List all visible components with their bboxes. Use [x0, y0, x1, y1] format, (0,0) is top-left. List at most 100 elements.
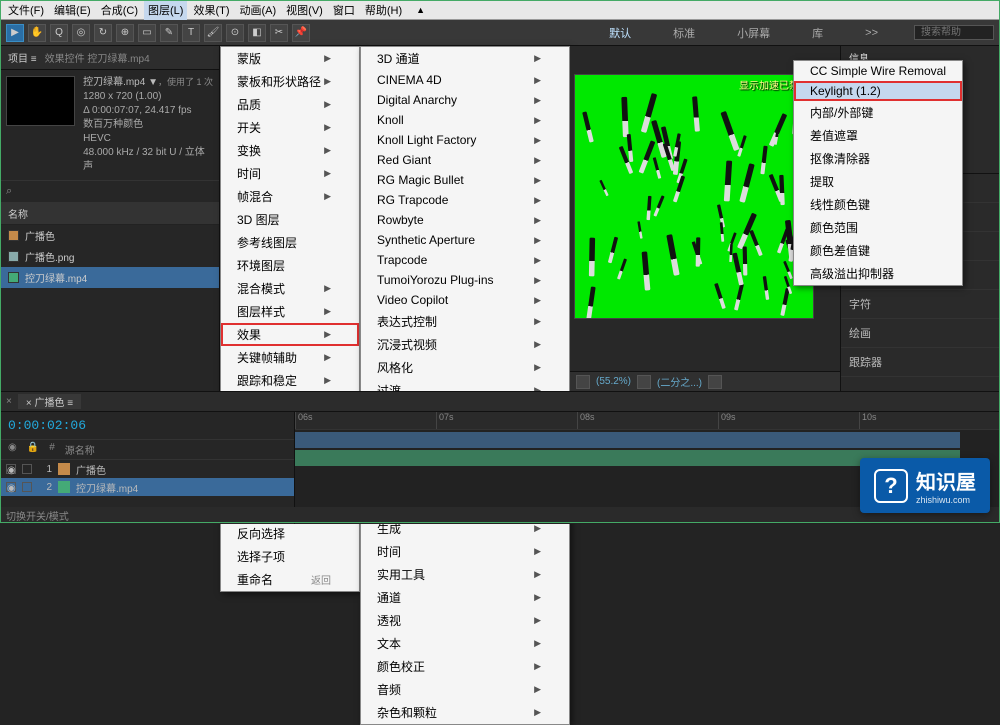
eraser-tool[interactable]: ◧	[248, 24, 266, 42]
menu-item[interactable]: Synthetic Aperture▶	[361, 230, 569, 250]
menu-item[interactable]: 提取	[794, 170, 962, 193]
menu-item[interactable]: 重命名返回	[221, 568, 359, 591]
composition-viewer[interactable]: 显示加速已禁用	[574, 74, 814, 319]
stamp-tool[interactable]: ⊙	[226, 24, 244, 42]
workspace-lib[interactable]: 库	[806, 25, 829, 41]
panel-header[interactable]: 字符	[841, 290, 1000, 319]
rect-tool[interactable]: ▭	[138, 24, 156, 42]
menu-item[interactable]: 内部/外部键	[794, 101, 962, 124]
menu-item[interactable]: RG Trapcode▶	[361, 190, 569, 210]
menu-item[interactable]: Rowbyte▶	[361, 210, 569, 230]
menu-item[interactable]: 颜色范围	[794, 216, 962, 239]
project-tab[interactable]: 项目 ≡	[8, 50, 37, 65]
menu-item[interactable]: 音频▶	[361, 678, 569, 701]
menu-item[interactable]: 沉浸式视频▶	[361, 333, 569, 356]
menu-item[interactable]: 实用工具▶	[361, 563, 569, 586]
menu-item[interactable]: 蒙板和形状路径▶	[221, 70, 359, 93]
menu-file[interactable]: 文件(F)	[4, 0, 48, 20]
menu-item[interactable]: Video Copilot▶	[361, 290, 569, 310]
menu-item[interactable]: 时间▶	[361, 540, 569, 563]
menu-item[interactable]: Digital Anarchy▶	[361, 90, 569, 110]
timeline-layer-row[interactable]: ◉1广播色	[0, 460, 294, 478]
eye-toggle[interactable]: ◉	[6, 482, 16, 492]
menu-item[interactable]: 反向选择	[221, 522, 359, 545]
toggle-switches[interactable]: 切换开关/模式	[6, 508, 69, 523]
menu-edit[interactable]: 编辑(E)	[50, 0, 95, 20]
menubar[interactable]: 文件(F) 编辑(E) 合成(C) 图层(L) 效果(T) 动画(A) 视图(V…	[0, 0, 1000, 20]
menu-anim[interactable]: 动画(A)	[236, 0, 281, 20]
lock-icon[interactable]: 🔒	[27, 442, 39, 457]
menu-item[interactable]: 关键帧辅助▶	[221, 346, 359, 369]
hand-tool[interactable]: ✋	[28, 24, 46, 42]
menu-item[interactable]: 图层样式▶	[221, 300, 359, 323]
menu-item[interactable]: 跟踪和稳定▶	[221, 369, 359, 392]
menu-comp[interactable]: 合成(C)	[97, 0, 142, 20]
rotate-tool[interactable]: ↻	[94, 24, 112, 42]
menu-item[interactable]: 杂色和颗粒▶	[361, 701, 569, 724]
menu-item[interactable]: TumoiYorozu Plug-ins▶	[361, 270, 569, 290]
grid-icon[interactable]	[576, 375, 590, 389]
menu-item[interactable]: Red Giant▶	[361, 150, 569, 170]
help-search[interactable]	[914, 25, 994, 40]
orbit-tool[interactable]: ◎	[72, 24, 90, 42]
workspace-default[interactable]: 默认	[603, 25, 637, 41]
menu-item[interactable]: 3D 通道▶	[361, 47, 569, 70]
menu-item[interactable]: 参考线图层	[221, 231, 359, 254]
close-tab-icon[interactable]: ×	[6, 396, 12, 407]
label-color[interactable]	[58, 463, 70, 475]
menu-item[interactable]: 颜色校正▶	[361, 655, 569, 678]
roto-tool[interactable]: ✂	[270, 24, 288, 42]
workspace-small[interactable]: 小屏幕	[731, 25, 776, 41]
menu-item[interactable]: 风格化▶	[361, 356, 569, 379]
menu-item[interactable]: 颜色差值键	[794, 239, 962, 262]
time-ruler[interactable]: 06s07s08s09s10s	[295, 412, 1000, 430]
menu-item[interactable]: 线性颜色键	[794, 193, 962, 216]
effect-category-menu[interactable]: 3D 通道▶CINEMA 4D▶Digital Anarchy▶Knoll▶Kn…	[360, 46, 570, 725]
list-item[interactable]: 广播色.png	[0, 246, 219, 267]
menu-item[interactable]: 环境图层	[221, 254, 359, 277]
menu-item[interactable]: 3D 图层	[221, 208, 359, 231]
menu-item[interactable]: 开关▶	[221, 116, 359, 139]
menu-item[interactable]: 帧混合▶	[221, 185, 359, 208]
pen-tool[interactable]: ✎	[160, 24, 178, 42]
menu-item[interactable]: Knoll▶	[361, 110, 569, 130]
brush-tool[interactable]: 🖌	[204, 24, 222, 42]
menu-window[interactable]: 窗口	[329, 0, 359, 20]
effect-controls-tab[interactable]: 效果控件 控刀绿幕.mp4	[45, 50, 150, 65]
menu-item[interactable]: RG Magic Bullet▶	[361, 170, 569, 190]
selection-tool[interactable]: ▶	[6, 24, 24, 42]
menu-item[interactable]: 混合模式▶	[221, 277, 359, 300]
camera-icon[interactable]	[708, 375, 722, 389]
eye-icon[interactable]: ◉	[8, 442, 17, 457]
workspace-more-icon[interactable]: >>	[859, 27, 884, 39]
eye-toggle[interactable]: ◉	[6, 464, 16, 474]
panel-header[interactable]: 跟踪器	[841, 348, 1000, 377]
text-tool[interactable]: T	[182, 24, 200, 42]
menu-item[interactable]: 差值遮罩	[794, 124, 962, 147]
workspace-standard[interactable]: 标准	[667, 25, 701, 41]
menu-item[interactable]: Knoll Light Factory▶	[361, 130, 569, 150]
anchor-tool[interactable]: ⊕	[116, 24, 134, 42]
list-item[interactable]: 广播色	[0, 225, 219, 246]
timeline-layer-row[interactable]: ◉2控刀绿幕.mp4	[0, 478, 294, 496]
label-color[interactable]	[58, 481, 70, 493]
zoom-tool[interactable]: Q	[50, 24, 68, 42]
menu-item[interactable]: Trapcode▶	[361, 250, 569, 270]
menu-view[interactable]: 视图(V)	[282, 0, 327, 20]
current-time[interactable]: 0:00:02:06	[0, 412, 294, 439]
name-column-header[interactable]: 名称	[0, 203, 219, 225]
keying-submenu[interactable]: CC Simple Wire RemovalKeylight (1.2)内部/外…	[793, 60, 963, 286]
menu-item[interactable]: 高级溢出抑制器	[794, 262, 962, 285]
menu-item[interactable]: 效果▶	[221, 323, 359, 346]
project-search[interactable]	[12, 186, 213, 197]
menu-item[interactable]: 表达式控制▶	[361, 310, 569, 333]
menu-layer[interactable]: 图层(L)	[144, 0, 187, 20]
list-item[interactable]: 控刀绿幕.mp4	[0, 267, 219, 288]
menu-item[interactable]: Keylight (1.2)	[794, 81, 962, 101]
panel-header[interactable]: 绘画	[841, 319, 1000, 348]
menu-item[interactable]: 时间▶	[221, 162, 359, 185]
menu-item[interactable]: 文本▶	[361, 632, 569, 655]
menu-item[interactable]: CINEMA 4D▶	[361, 70, 569, 90]
menu-item[interactable]: 透视▶	[361, 609, 569, 632]
puppet-tool[interactable]: 📌	[292, 24, 310, 42]
